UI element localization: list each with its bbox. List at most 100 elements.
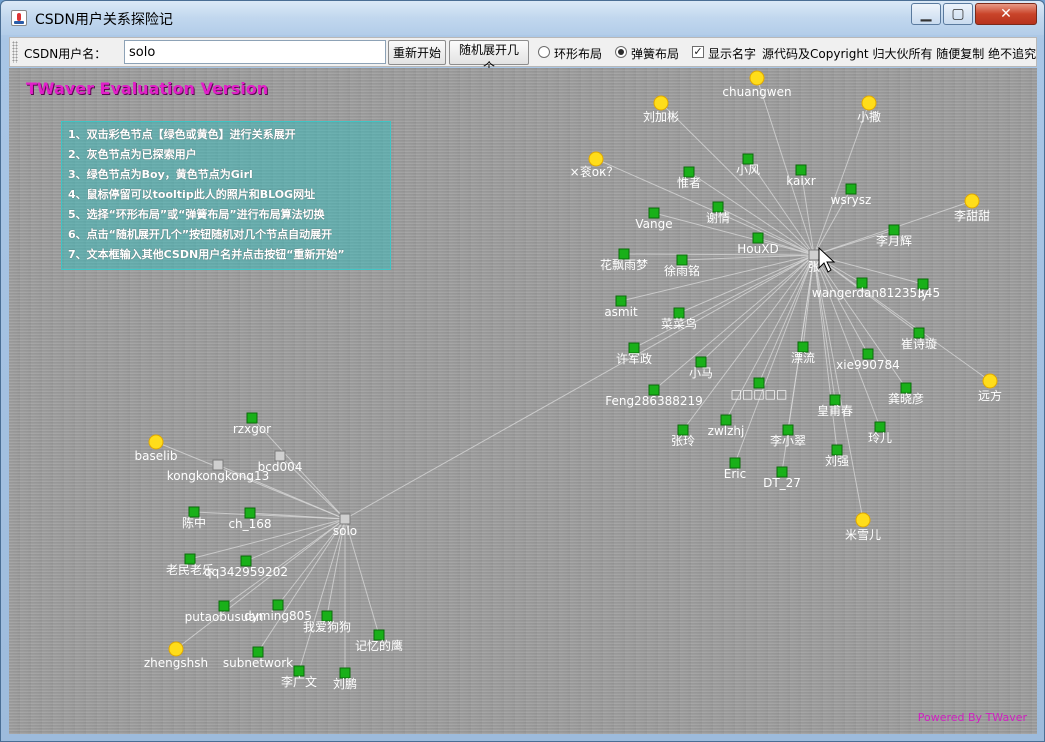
user-node-liupeng[interactable]: 刘鹏 bbox=[333, 667, 357, 691]
user-node-feng[interactable]: Feng286388219 bbox=[605, 384, 703, 408]
node-label: 龚晓彦 bbox=[888, 391, 924, 406]
user-node-ly[interactable]: ly bbox=[917, 278, 929, 301]
girl-node-icon[interactable] bbox=[168, 641, 184, 657]
user-node-dyming805[interactable]: dyming805 bbox=[244, 599, 312, 623]
circle-layout-radio[interactable] bbox=[538, 46, 550, 58]
user-node-solo[interactable]: solo bbox=[333, 513, 357, 538]
user-node-xieqing[interactable]: 谢情 bbox=[706, 201, 730, 225]
user-node-linger[interactable]: 玲儿 bbox=[868, 421, 892, 445]
help-line: 6、点击“随机展开几个”按钮随机对几个节点自动展开 bbox=[68, 228, 333, 241]
user-node-lixiaocui[interactable]: 李小翠 bbox=[770, 424, 806, 448]
maximize-button[interactable]: ▢ bbox=[943, 3, 973, 25]
user-node-huapiao[interactable]: 花飘雨梦 bbox=[600, 248, 648, 272]
help-panel: 1、双击彩色节点【绿色或黄色】进行关系展开 2、灰色节点为已探索用户 3、绿色节… bbox=[61, 121, 391, 270]
node-label: dyming805 bbox=[244, 609, 312, 623]
spring-layout-radio[interactable] bbox=[615, 46, 627, 58]
close-button[interactable]: ✕ bbox=[975, 3, 1037, 25]
girl-node-icon[interactable] bbox=[653, 95, 669, 111]
node-label: zhengshsh bbox=[144, 656, 208, 670]
node-label: 谢情 bbox=[706, 210, 730, 225]
user-node-vange[interactable]: Vange bbox=[635, 207, 673, 231]
help-line: 2、灰色节点为已探索用户 bbox=[68, 148, 197, 161]
toolbar-grip-icon[interactable] bbox=[12, 41, 18, 63]
user-node-gongxiaoyan[interactable]: 龚晓彦 bbox=[888, 382, 924, 406]
girl-node-icon[interactable] bbox=[982, 373, 998, 389]
node-label: 惟者 bbox=[677, 176, 701, 190]
node-label: asmit bbox=[604, 305, 638, 319]
user-node-xiaoma[interactable]: 小马 bbox=[689, 356, 713, 380]
user-node-chuangwen[interactable]: chuangwen bbox=[722, 70, 792, 99]
girl-node-icon[interactable] bbox=[861, 95, 877, 111]
user-node-kaixr[interactable]: kaixr bbox=[786, 164, 816, 188]
user-node-caicainiao[interactable]: 菜菜鸟 bbox=[661, 307, 697, 331]
user-node-rzxgor[interactable]: rzxgor bbox=[233, 412, 271, 436]
user-node-zwlzhj[interactable]: zwlzhj bbox=[708, 414, 745, 438]
user-node-ch168[interactable]: ch_168 bbox=[228, 507, 272, 531]
random-expand-button[interactable]: 随机展开几个 bbox=[449, 40, 529, 74]
user-node-subnetwork[interactable]: subnetwork bbox=[223, 646, 293, 670]
node-label: 张 bbox=[808, 260, 820, 274]
relation-link bbox=[813, 102, 870, 256]
minimize-button[interactable]: ▁ bbox=[911, 3, 941, 25]
relation-link bbox=[633, 254, 815, 349]
user-node-mixueer[interactable]: 米雪儿 bbox=[845, 512, 881, 542]
user-node-cuishixuan[interactable]: 崔诗璇 bbox=[901, 327, 937, 351]
user-node-weizhe[interactable]: 惟者 bbox=[677, 166, 701, 190]
user-node-xuyuming[interactable]: 徐雨铭 bbox=[664, 254, 700, 278]
circle-layout-label[interactable]: 环形布局 bbox=[554, 45, 602, 62]
user-node-chenzhong[interactable]: 陈中 bbox=[182, 506, 206, 530]
user-node-wsrysz[interactable]: wsrysz bbox=[831, 183, 872, 207]
user-node-piaoliu[interactable]: 漂流 bbox=[791, 341, 815, 365]
node-label: kongkongkong13 bbox=[167, 469, 270, 483]
explored-node-icon[interactable] bbox=[808, 249, 820, 261]
node-label: 徐雨铭 bbox=[664, 263, 700, 278]
explored-node-icon[interactable] bbox=[339, 513, 351, 525]
user-node-baselib[interactable]: baselib bbox=[135, 434, 178, 463]
node-label: 张玲 bbox=[671, 434, 695, 448]
user-node-qq342959202[interactable]: qq342959202 bbox=[204, 555, 288, 579]
node-label: 陈中 bbox=[182, 515, 206, 530]
girl-node-icon[interactable] bbox=[749, 70, 765, 86]
user-node-liujiabin[interactable]: 刘加彬 bbox=[643, 95, 679, 124]
node-label: 刘强 bbox=[825, 454, 849, 468]
node-label: wsrysz bbox=[831, 193, 872, 207]
restart-button[interactable]: 重新开始 bbox=[388, 40, 446, 65]
user-node-xiaosa[interactable]: 小撒 bbox=[857, 95, 881, 124]
user-node-zhang[interactable]: 张 bbox=[808, 249, 820, 274]
user-node-zhangling[interactable]: 张玲 bbox=[671, 424, 695, 448]
user-node-huangfuchun[interactable]: 皇甫春 bbox=[817, 394, 853, 418]
user-node-liuqiang[interactable]: 刘强 bbox=[825, 444, 849, 468]
help-line: 4、鼠标停留可以tooltip此人的照片和BLOG网址 bbox=[68, 188, 316, 201]
user-node-bcd004[interactable]: bcd004 bbox=[258, 450, 303, 474]
user-node-liyuehui[interactable]: 李月辉 bbox=[876, 224, 912, 248]
user-node-yuanfang[interactable]: 远方 bbox=[978, 373, 1002, 403]
copyright-text: 源代码及Copyright 归大伙所有 随便复制 绝不追究 bbox=[762, 47, 1036, 61]
show-names-checkbox[interactable]: ✓ bbox=[692, 46, 704, 58]
user-node-xiaofeng[interactable]: 小风 bbox=[736, 153, 760, 177]
girl-node-icon[interactable] bbox=[964, 193, 980, 209]
user-node-kongkongkong13[interactable]: kongkongkong13 bbox=[167, 459, 270, 483]
title-bar[interactable]: CSDN用户关系探险记 ▁ ▢ ✕ bbox=[1, 1, 1044, 35]
user-node-dt27[interactable]: DT_27 bbox=[763, 466, 801, 490]
node-label: HouXD bbox=[737, 242, 778, 256]
user-node-boxes[interactable]: □□□□□ bbox=[731, 377, 788, 401]
user-node-xujunzheng[interactable]: 许军政 bbox=[616, 342, 652, 366]
user-node-zhengshsh[interactable]: zhengshsh bbox=[144, 641, 208, 670]
user-node-litiantian[interactable]: 李甜甜 bbox=[954, 193, 990, 223]
show-names-label[interactable]: 显示名字 bbox=[708, 45, 756, 62]
graph-canvas[interactable]: 张 solo kongkongkong13 bcd004 chuangwen 刘加彬 小撒 ×… bbox=[9, 68, 1037, 734]
user-node-xie990784[interactable]: xie990784 bbox=[836, 348, 900, 372]
node-label: rzxgor bbox=[233, 422, 271, 436]
user-node-xdiaok[interactable]: ×衮ок？ bbox=[570, 151, 619, 179]
user-node-jiyideying[interactable]: 记忆的鹰 bbox=[355, 629, 403, 653]
user-node-eric[interactable]: Eric bbox=[724, 457, 746, 481]
node-label: kaixr bbox=[786, 174, 816, 188]
help-line: 1、双击彩色节点【绿色或黄色】进行关系展开 bbox=[68, 128, 296, 141]
spring-layout-label[interactable]: 弹簧布局 bbox=[631, 45, 679, 62]
girl-node-icon[interactable] bbox=[148, 434, 164, 450]
girl-node-icon[interactable] bbox=[855, 512, 871, 528]
username-input[interactable] bbox=[124, 40, 386, 64]
girl-node-icon[interactable] bbox=[588, 151, 604, 167]
node-label: ×衮ок？ bbox=[570, 164, 619, 179]
user-node-asmit[interactable]: asmit bbox=[604, 295, 638, 319]
